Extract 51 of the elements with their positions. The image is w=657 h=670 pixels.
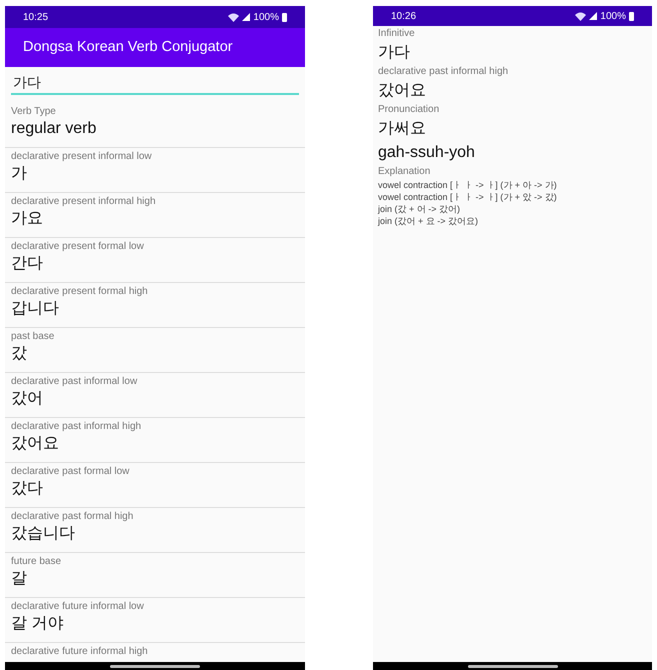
conjugation-value: 갔습니다 xyxy=(11,524,76,544)
detail-value: 갔어요 xyxy=(378,81,427,101)
signal-icon xyxy=(589,12,598,20)
conjugation-value: 갈 xyxy=(11,569,28,589)
detail-value: gah-ssuh-yoh xyxy=(378,143,476,163)
explanation-step: vowel contraction [ㅏ ㅏ -> ㅏ] (가 + 았 -> 갔) xyxy=(378,191,647,203)
conjugation-value: 가 xyxy=(11,164,28,184)
detail-label: declarative past informal high xyxy=(378,65,510,79)
conjugation-label: declarative past formal high xyxy=(11,510,134,523)
app-title: Dongsa Korean Verb Conjugator xyxy=(23,38,233,57)
wifi-icon xyxy=(228,12,240,22)
conjugation-value: 갔 xyxy=(11,344,28,364)
conjugation-label: past base xyxy=(11,330,56,343)
conjugation-label: declarative past formal low xyxy=(11,465,130,478)
conjugation-value: 가요 xyxy=(11,209,44,229)
battery-icon xyxy=(282,12,287,22)
detail-value: 가다 xyxy=(378,43,411,63)
conjugation-label: declarative present informal low xyxy=(11,150,153,163)
detail-value: 가써요 xyxy=(378,119,427,139)
explanation-label: Explanation xyxy=(378,165,432,179)
signal-icon xyxy=(242,13,250,21)
conjugation-label: declarative past informal low xyxy=(11,375,138,388)
explanation-step: join (갔 + 어 -> 갔어) xyxy=(378,203,647,215)
conjugation-value: 갈 거야 xyxy=(11,614,64,634)
status-time: 10:26 xyxy=(391,10,416,24)
conjugation-value: 갔다 xyxy=(11,479,44,499)
home-handle[interactable] xyxy=(110,664,200,668)
conjugation-label: declarative future informal high xyxy=(11,645,149,658)
status-time: 10:25 xyxy=(23,10,48,24)
conjugation-value: 간다 xyxy=(11,254,44,274)
detail-label: Infinitive xyxy=(378,27,416,41)
home-handle[interactable] xyxy=(468,664,558,668)
battery-level: 100% xyxy=(600,10,626,24)
conjugation-value: 갑니다 xyxy=(11,299,60,319)
conjugation-value: regular verb xyxy=(11,119,98,139)
conjugation-label: declarative past informal high xyxy=(11,420,142,433)
wifi-icon xyxy=(575,12,586,20)
conjugation-label: declarative present informal high xyxy=(11,195,157,208)
conjugation-label: declarative future informal low xyxy=(11,600,145,613)
explanation-step: vowel contraction [ㅏ ㅏ -> ㅏ] (가 + 아 -> 가) xyxy=(378,179,647,191)
conjugation-label: declarative present formal high xyxy=(11,285,149,298)
battery-level: 100% xyxy=(253,10,279,24)
explanation-step: join (갔어 + 요 -> 갔어요) xyxy=(378,215,647,227)
conjugation-label: future base xyxy=(11,555,62,568)
conjugation-value: 갔어 xyxy=(11,389,44,409)
search-field[interactable]: 가다 xyxy=(11,73,299,95)
conjugation-value: 갔어요 xyxy=(11,434,60,454)
detail-label: Pronunciation xyxy=(378,103,440,117)
battery-icon xyxy=(629,12,634,20)
conjugation-label: declarative present formal low xyxy=(11,240,145,253)
conjugation-label: Verb Type xyxy=(11,105,57,118)
